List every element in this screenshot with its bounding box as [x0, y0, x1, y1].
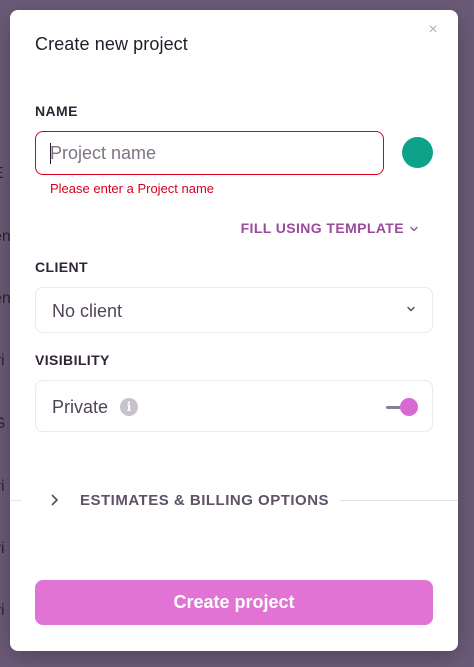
project-color-picker[interactable]	[402, 137, 433, 168]
create-project-modal: × Create new project NAME Please enter a…	[10, 10, 458, 651]
text-caret	[50, 143, 51, 164]
visibility-value: Private	[52, 397, 109, 417]
name-error-message: Please enter a Project name	[50, 181, 215, 196]
background-text-fragment: vi	[0, 478, 5, 495]
divider	[340, 500, 458, 501]
fill-using-template-link[interactable]: FILL USING TEMPLATE	[241, 220, 418, 236]
visibility-toggle[interactable]	[386, 398, 418, 416]
client-label: CLIENT	[35, 259, 88, 275]
estimates-billing-section: ESTIMATES & BILLING OPTIONS	[10, 488, 458, 514]
toggle-knob	[400, 398, 418, 416]
project-name-input[interactable]	[50, 132, 370, 174]
background-text-fragment: G	[0, 415, 10, 433]
client-select-value: No client	[52, 301, 123, 321]
chevron-down-icon	[410, 226, 418, 232]
project-name-field[interactable]	[35, 131, 384, 175]
name-label: NAME	[35, 103, 78, 119]
background-text-fragment: vi	[0, 352, 5, 369]
background-text-fragment: en	[0, 290, 10, 307]
chevron-right-icon[interactable]	[48, 492, 62, 508]
background-text-fragment: E	[0, 165, 10, 183]
modal-title: Create new project	[35, 34, 188, 54]
client-select[interactable]: No client	[35, 287, 433, 333]
template-link-label: FILL USING TEMPLATE	[240, 220, 404, 236]
create-project-button[interactable]: Create project	[35, 580, 433, 625]
visibility-label: VISIBILITY	[35, 352, 110, 368]
background-text-fragment: vi	[0, 602, 5, 619]
info-icon[interactable]: i	[120, 398, 138, 416]
close-icon[interactable]: ×	[425, 22, 441, 38]
background-text-fragment: en	[0, 228, 10, 245]
divider	[10, 500, 22, 501]
chevron-down-icon	[407, 306, 415, 312]
estimates-billing-toggle[interactable]: ESTIMATES & BILLING OPTIONS	[80, 492, 329, 509]
visibility-control: Private i	[35, 380, 433, 432]
background-text-fragment: vi	[0, 540, 5, 557]
